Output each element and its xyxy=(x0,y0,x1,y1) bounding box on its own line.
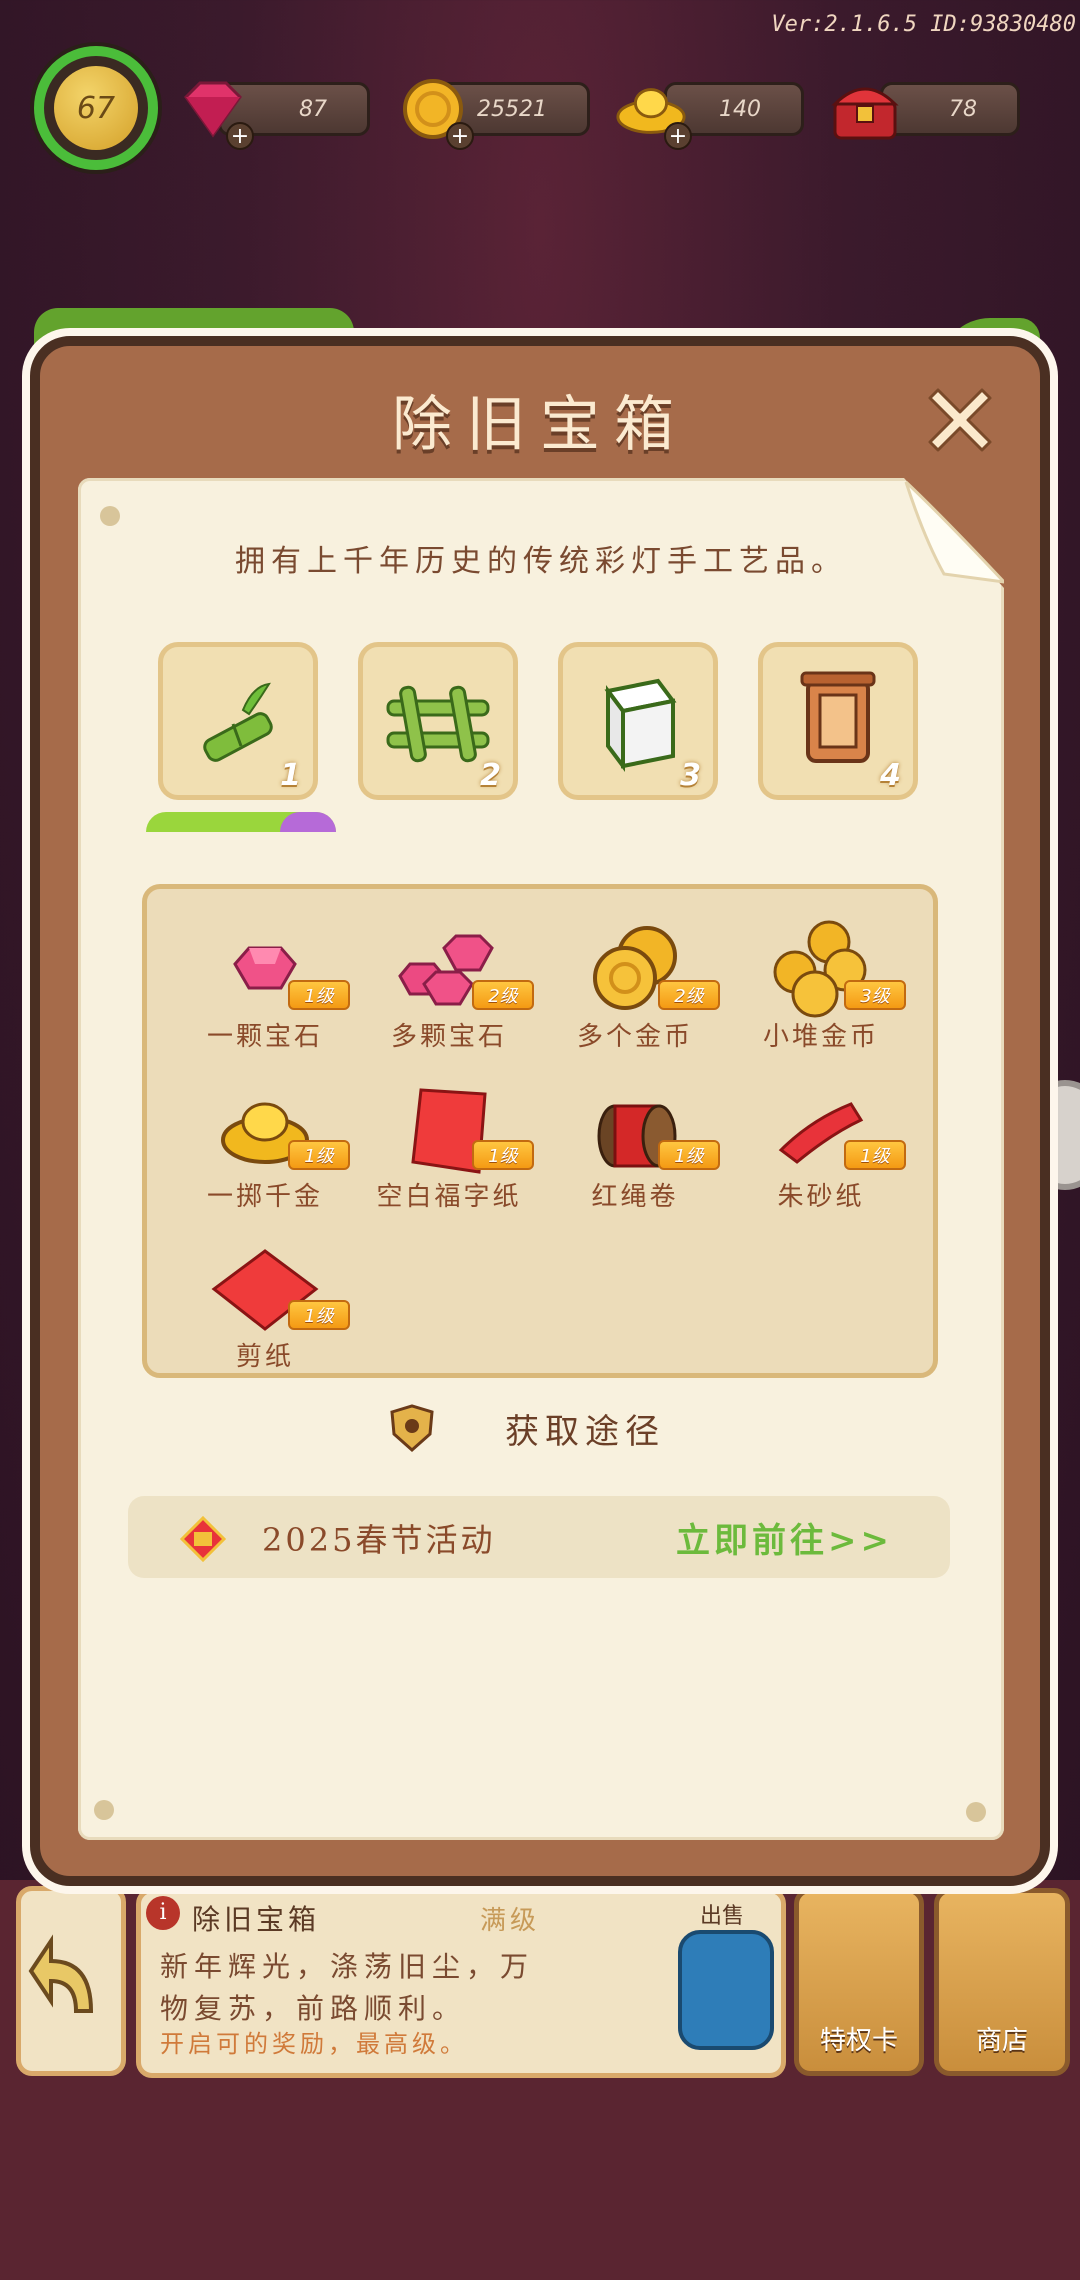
stage-item-3[interactable]: 3 xyxy=(558,642,718,800)
sell-button[interactable] xyxy=(678,1930,774,2050)
level-badge: 3级 xyxy=(844,980,906,1010)
gem-icon[interactable]: + xyxy=(176,72,254,150)
level-badge: 1级 xyxy=(288,980,350,1010)
level-badge: 1级 xyxy=(658,1140,720,1170)
level-badge: 1级 xyxy=(288,1140,350,1170)
back-arrow-button[interactable] xyxy=(16,1886,126,2076)
player-level-badge[interactable]: 67 xyxy=(34,46,158,170)
info-icon: i xyxy=(146,1896,180,1930)
close-button[interactable] xyxy=(920,380,1000,460)
stage-item-1[interactable]: 1 xyxy=(158,642,318,800)
reward-item[interactable]: 1级 空白福字纸 xyxy=(354,1080,534,1230)
reward-item[interactable]: 1级 一掷千金 xyxy=(170,1080,350,1230)
level-badge: 2级 xyxy=(472,980,534,1010)
shop-button[interactable]: 商店 xyxy=(934,1888,1070,2076)
stage-number: 3 xyxy=(680,758,701,793)
stage-number: 4 xyxy=(880,758,901,793)
item-info-level: 满级 xyxy=(480,1906,541,1936)
spring-festival-icon xyxy=(180,1516,226,1562)
source-title: 获取途径 xyxy=(505,1412,665,1452)
sell-label: 出售 xyxy=(700,1904,745,1929)
reward-label: 一掷千金 xyxy=(206,1182,323,1212)
reward-label: 红绳卷 xyxy=(591,1182,679,1212)
stage-number: 2 xyxy=(480,758,501,793)
reward-label: 小堆金币 xyxy=(762,1022,879,1052)
reward-item[interactable]: 1级 一颗宝石 xyxy=(170,920,350,1070)
curved-arrow-icon xyxy=(28,1934,94,2013)
source-event-name: 2025春节活动 xyxy=(262,1521,496,1559)
pin-decoration xyxy=(966,1802,986,1822)
reward-item[interactable]: 1级 剪纸 xyxy=(170,1240,350,1390)
reward-item[interactable]: 3级 小堆金币 xyxy=(726,920,906,1070)
reward-label: 朱砂纸 xyxy=(777,1182,865,1212)
item-info-title: 除旧宝箱 xyxy=(192,1903,321,1936)
level-badge: 2级 xyxy=(658,980,720,1010)
reward-label: 空白福字纸 xyxy=(376,1182,522,1212)
add-gems-icon[interactable]: + xyxy=(226,122,254,150)
gold-ingot-icon[interactable]: + xyxy=(614,72,692,150)
stage-item-2[interactable]: 2 xyxy=(358,642,518,800)
reward-label: 多颗宝石 xyxy=(390,1022,507,1052)
tab-decoration xyxy=(280,812,336,832)
chest-description: 拥有上千年历史的传统彩灯手工艺品。 xyxy=(235,544,847,579)
reward-item[interactable]: 2级 多颗宝石 xyxy=(354,920,534,1070)
close-icon xyxy=(928,388,992,452)
level-badge: 1级 xyxy=(472,1140,534,1170)
stage-item-4[interactable]: 4 xyxy=(758,642,918,800)
coin-icon[interactable]: + xyxy=(396,72,474,150)
stage-number: 1 xyxy=(280,758,301,793)
privilege-card-button[interactable]: 特权卡 xyxy=(794,1888,924,2076)
reward-label: 剪纸 xyxy=(235,1342,294,1372)
player-level-value: 67 xyxy=(54,66,138,150)
level-badge: 1级 xyxy=(844,1140,906,1170)
item-info-note: 开启可的奖励，最高级。 xyxy=(160,2030,468,2058)
go-now-link[interactable]: 立即前往>> xyxy=(676,1513,893,1562)
add-ingots-icon[interactable]: + xyxy=(664,122,692,150)
pin-decoration xyxy=(94,1800,114,1820)
item-info-desc: 新年辉光，涤荡旧尘，万物复苏，前路顺利。 xyxy=(160,1950,535,2025)
add-coins-icon[interactable]: + xyxy=(446,122,474,150)
treasure-chest-icon[interactable] xyxy=(828,72,902,146)
reward-item[interactable]: 1级 红绳卷 xyxy=(540,1080,720,1230)
version-id-label: Ver:2.1.6.5 ID:93830480 xyxy=(771,12,1076,37)
reward-label: 一颗宝石 xyxy=(206,1022,323,1052)
level-badge: 1级 xyxy=(288,1300,350,1330)
reward-label: 多个金币 xyxy=(576,1022,693,1052)
modal-title: 除旧宝箱 xyxy=(392,390,688,460)
pin-decoration xyxy=(100,506,120,526)
reward-item[interactable]: 2级 多个金币 xyxy=(540,920,720,1070)
reward-item[interactable]: 1级 朱砂纸 xyxy=(726,1080,906,1230)
